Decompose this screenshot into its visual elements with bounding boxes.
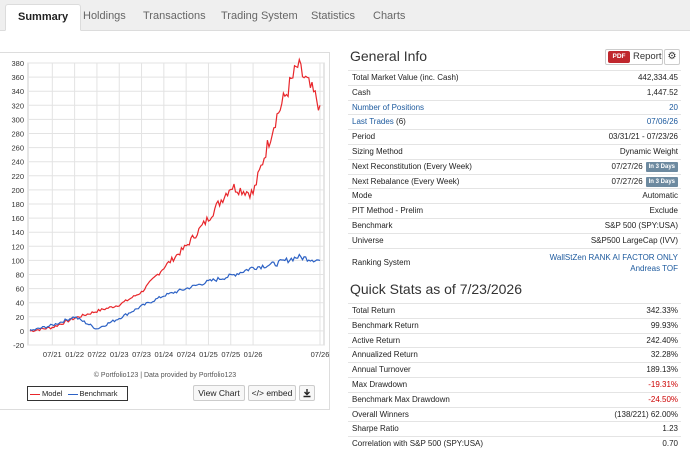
x-tick-label: 01/24: [154, 350, 173, 359]
y-tick-label: 340: [11, 87, 24, 96]
tab-bar: Summary Holdings Transactions Trading Sy…: [0, 0, 690, 31]
row-next-rebalance: Next Rebalance (Every Week) 07/27/26 In 3 …: [348, 173, 681, 189]
y-tick-label: 100: [11, 256, 24, 265]
row-sharpe-ratio: Sharpe Ratio 1.23: [348, 421, 681, 436]
y-tick-label: 240: [11, 158, 24, 167]
x-tick-label: 07/21: [43, 350, 62, 359]
y-tick-label: 300: [11, 115, 24, 124]
report-label: Report: [633, 51, 662, 62]
quick-stats-table: Total Return 342.33% Benchmark Return 99.9…: [348, 303, 681, 451]
view-chart-button[interactable]: View Chart: [193, 385, 245, 401]
x-tick-label: 01/25: [199, 350, 218, 359]
legend-model-label: Model: [42, 389, 63, 398]
row-benchmark-return: Benchmark Return 99.93%: [348, 317, 681, 333]
y-tick-label: 180: [11, 200, 24, 209]
chart-legend: Model Benchmark: [27, 386, 128, 401]
y-tick-label: 60: [16, 285, 24, 294]
x-tick-label: 07/25: [221, 350, 240, 359]
row-correlation: Correlation with S&P 500 (SPY:USA) 0.70: [348, 436, 681, 451]
status-badge: In 3 Days: [645, 176, 678, 187]
y-tick-label: 40: [16, 299, 24, 308]
row-mode: Mode Automatic: [348, 188, 681, 203]
y-tick-label: 80: [16, 271, 24, 280]
x-tick-label: 07/23: [132, 350, 151, 359]
chart-panel: -20 0 20 40 60 80 100 120 140 160 180 200 220 240 260 2…: [0, 52, 330, 410]
row-cash: Cash 1,447.52: [348, 84, 681, 100]
y-tick-label: 120: [11, 242, 24, 251]
performance-chart: -20 0 20 40 60 80 100 120 140 160 180 200 220 240 260 2…: [11, 57, 330, 359]
tab-transactions[interactable]: Transactions: [131, 4, 218, 31]
last-trade-date-link[interactable]: 07/06/26: [647, 115, 678, 129]
row-ranking-system: Ranking System WallStZen RANK AI FACTOR O…: [348, 247, 681, 277]
x-tick-label: 07/22: [88, 350, 107, 359]
row-next-reconstitution: Next Reconstitution (Every Week) 07/27/26…: [348, 158, 681, 174]
y-tick-label: 20: [16, 313, 24, 322]
row-total-return: Total Return 342.33%: [348, 303, 681, 318]
x-tick-label: 07/26: [311, 350, 330, 359]
y-tick-label: 140: [11, 228, 24, 237]
x-tick-label: 01/26: [244, 350, 263, 359]
row-annual-turnover: Annual Turnover 189.13%: [348, 362, 681, 377]
download-button[interactable]: [299, 385, 315, 401]
y-tick-label: 0: [20, 327, 24, 336]
row-pit-method: PIT Method - Prelim Exclude: [348, 203, 681, 218]
gear-icon[interactable]: ⚙: [664, 49, 680, 65]
row-universe: Universe S&P500 LargeCap (IVV): [348, 232, 681, 248]
positions-count-link[interactable]: 20: [669, 101, 678, 115]
tab-statistics[interactable]: Statistics: [299, 4, 367, 31]
row-annualized-return: Annualized Return 32.28%: [348, 347, 681, 362]
row-benchmark: Benchmark S&P 500 (SPY:USA): [348, 217, 681, 233]
y-tick-label: 380: [11, 59, 24, 68]
x-tick-label: 01/22: [65, 350, 84, 359]
quick-stats-title: Quick Stats as of 7/23/2026: [350, 281, 522, 297]
row-active-return: Active Return 242.40%: [348, 332, 681, 348]
tab-charts[interactable]: Charts: [361, 4, 417, 31]
row-overall-winners: Overall Winners (138/221) 62.00%: [348, 406, 681, 422]
row-last-trades: Last Trades (6) 07/06/26: [348, 114, 681, 129]
pdf-icon: PDF: [608, 51, 630, 63]
y-tick-label: 160: [11, 214, 24, 223]
status-badge: In 3 Days: [645, 161, 678, 172]
tab-trading-system[interactable]: Trading System: [209, 4, 310, 31]
y-tick-label: 260: [11, 144, 24, 153]
embed-button[interactable]: </> embed: [248, 385, 296, 401]
row-benchmark-max-drawdown: Benchmark Max Drawdown -24.50%: [348, 391, 681, 407]
y-tick-label: -20: [13, 341, 24, 350]
legend-model-swatch: [30, 393, 40, 395]
row-sizing-method: Sizing Method Dynamic Weight: [348, 143, 681, 159]
y-tick-label: 320: [11, 101, 24, 110]
legend-benchmark-label: Benchmark: [79, 389, 118, 398]
tab-holdings[interactable]: Holdings: [71, 4, 138, 31]
y-tick-label: 280: [11, 130, 24, 139]
ranking-system-link[interactable]: WallStZen RANK AI FACTOR ONLY Andreas TOF: [550, 252, 678, 274]
x-tick-label: 07/24: [177, 350, 196, 359]
row-max-drawdown: Max Drawdown -19.31%: [348, 376, 681, 392]
chart-credit: © Portfolio123 | Data provided by Portfo…: [93, 372, 237, 379]
y-tick-label: 200: [11, 186, 24, 195]
last-trades-link[interactable]: Last Trades: [352, 117, 394, 126]
general-info-table: Total Market Value (inc. Cash) 442,334.45…: [348, 70, 681, 277]
number-of-positions-link[interactable]: Number of Positions: [352, 101, 424, 115]
row-number-of-positions: Number of Positions 20: [348, 99, 681, 115]
y-tick-label: 360: [11, 73, 24, 82]
row-period: Period 03/31/21 - 07/23/26: [348, 129, 681, 144]
x-tick-label: 01/23: [110, 350, 129, 359]
y-tick-label: 220: [11, 172, 24, 181]
row-total-market-value: Total Market Value (inc. Cash) 442,334.45: [348, 70, 681, 85]
download-icon: [303, 389, 311, 398]
legend-benchmark-swatch: [67, 393, 78, 395]
general-info-title: General Info: [350, 48, 428, 64]
tab-summary[interactable]: Summary: [5, 4, 82, 31]
